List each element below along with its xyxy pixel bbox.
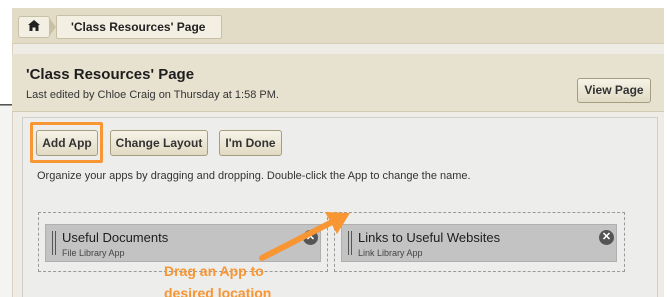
app-type: File Library App (62, 248, 125, 258)
home-icon (28, 18, 40, 36)
page-title: 'Class Resources' Page (26, 66, 195, 83)
drag-handle-icon[interactable] (52, 231, 56, 255)
app-card-links-to-useful-websites[interactable]: Links to Useful Websites Link Library Ap… (341, 224, 617, 262)
close-icon[interactable]: ✕ (303, 230, 318, 245)
page-header (12, 54, 664, 112)
annotation-line-1: Drag an App to (164, 263, 264, 279)
app-title: Useful Documents (62, 230, 169, 245)
change-layout-button[interactable]: Change Layout (110, 130, 208, 156)
view-page-button[interactable]: View Page (577, 78, 651, 103)
left-strip (0, 105, 12, 297)
add-app-button[interactable]: Add App (36, 130, 98, 156)
close-icon[interactable]: ✕ (599, 230, 614, 245)
breadcrumb-current-page[interactable]: 'Class Resources' Page (56, 15, 223, 39)
app-type: Link Library App (358, 248, 423, 258)
instructions-text: Organize your apps by dragging and dropp… (37, 170, 471, 182)
drag-annotation: Drag an App to desired location (164, 260, 304, 297)
breadcrumb-home[interactable] (18, 16, 50, 38)
annotation-line-2: desired location (164, 285, 272, 297)
app-title: Links to Useful Websites (358, 230, 501, 245)
last-edited-text: Last edited by Chloe Craig on Thursday a… (26, 89, 279, 101)
drag-handle-icon[interactable] (348, 231, 352, 255)
app-card-useful-documents[interactable]: Useful Documents File Library App ✕ (45, 224, 321, 262)
left-divider (0, 104, 12, 105)
done-button[interactable]: I'm Done (219, 130, 282, 156)
